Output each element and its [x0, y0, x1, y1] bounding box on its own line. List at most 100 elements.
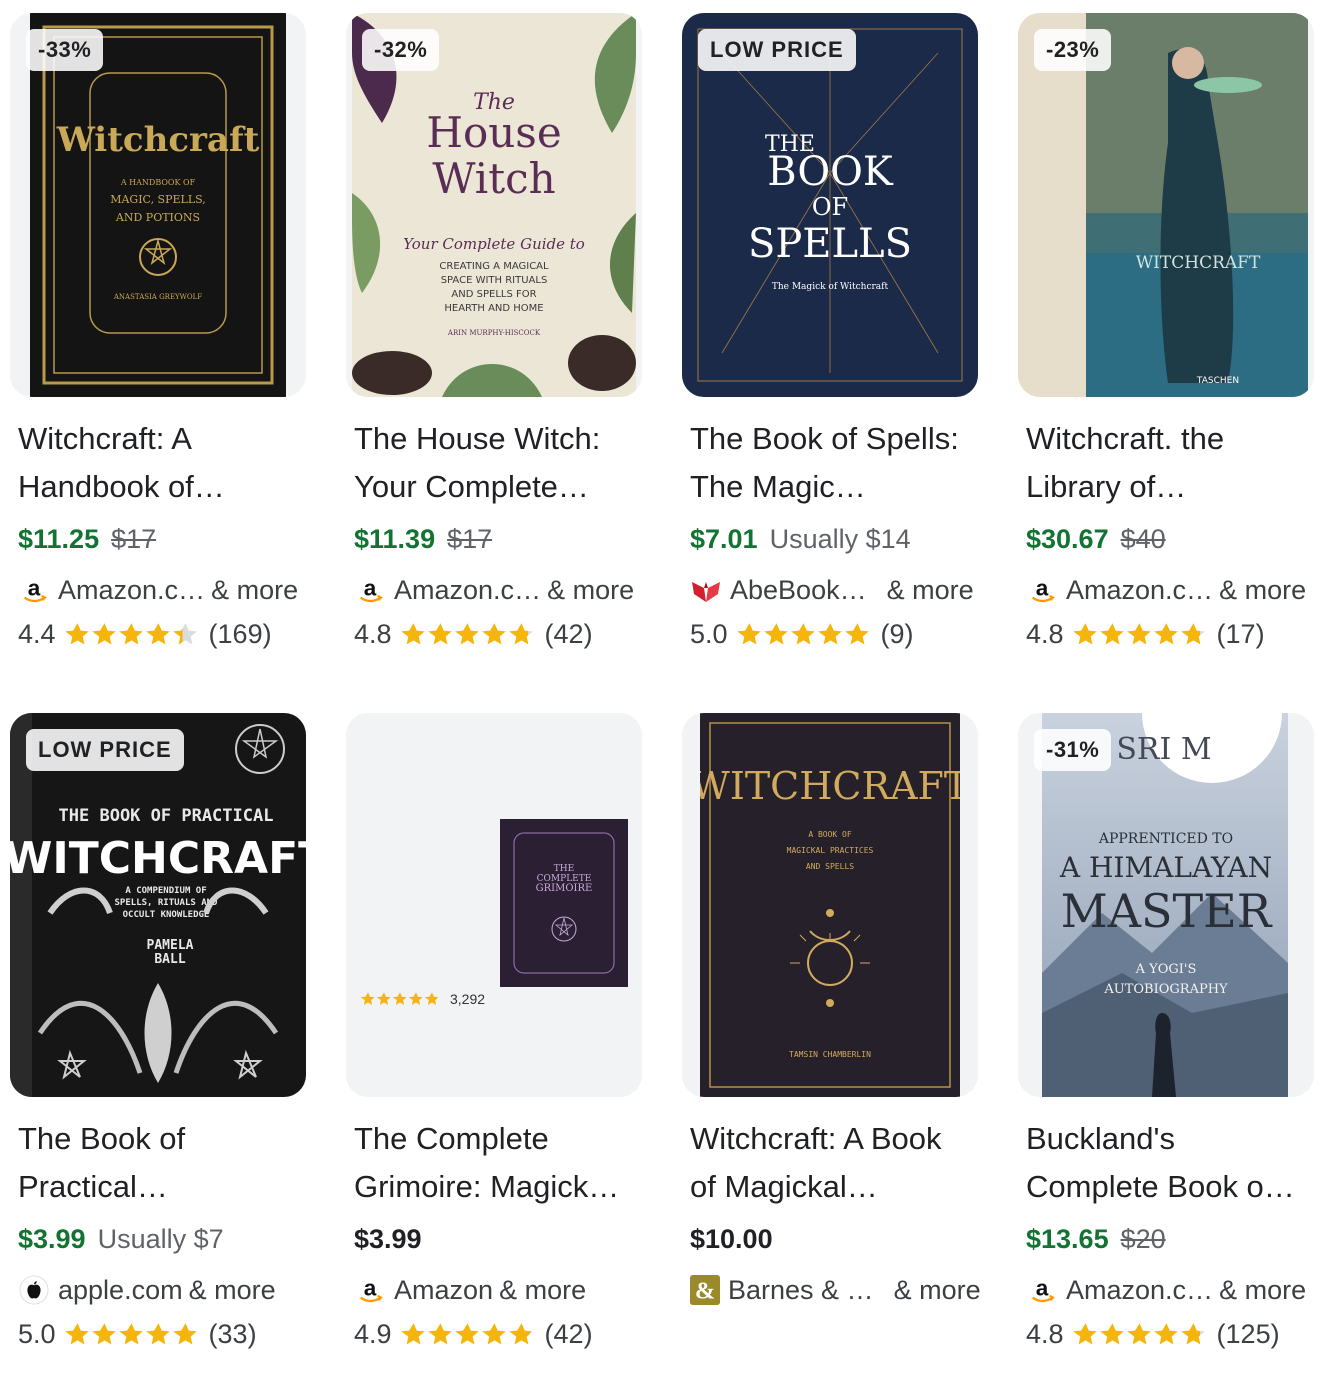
product-card[interactable]: THE COMPLETE GRIMOIRE 3,292 The Complete…: [346, 713, 642, 1374]
sale-price: $3.99: [18, 1223, 86, 1254]
seller-row[interactable]: apple.com & more: [10, 1270, 306, 1310]
more-sellers: & more: [1219, 1274, 1307, 1305]
review-count: (17): [1216, 618, 1265, 649]
svg-text:A COMPENDIUM OF: A COMPENDIUM OF: [125, 886, 206, 896]
barnes-icon: &: [690, 1274, 720, 1306]
sale-price: $11.39: [354, 523, 436, 554]
product-card[interactable]: Witchcraft A HANDBOOK OF MAGIC, SPELLS, …: [10, 13, 306, 693]
product-thumbnail[interactable]: THE BOOK OF SPELLS The Magick of Witchcr…: [682, 13, 978, 397]
product-thumbnail[interactable]: Witchcraft A HANDBOOK OF MAGIC, SPELLS, …: [10, 13, 306, 397]
svg-text:OCCULT KNOWLEDGE: OCCULT KNOWLEDGE: [123, 910, 210, 920]
price-row: $13.65 $20: [1018, 1218, 1314, 1260]
product-card[interactable]: THE BOOK OF PRACTICAL WITCHCRAFT A COMPE…: [10, 713, 306, 1374]
product-thumbnail[interactable]: SRI M APPRENTICED TO A HIMALAYAN MASTER …: [1018, 713, 1314, 1097]
rating-row: 4.9 (42): [346, 1314, 642, 1354]
low-price-badge: LOW PRICE: [698, 29, 856, 71]
sale-price: $13.65: [1026, 1223, 1109, 1254]
product-thumbnail[interactable]: WITCHCRAFT A BOOK OF MAGICKAL PRACTICES …: [682, 713, 978, 1097]
svg-text:MASTER: MASTER: [1061, 884, 1273, 938]
star-icon: [817, 622, 842, 645]
product-title[interactable]: Buckland's Complete Book o…: [1018, 1115, 1314, 1211]
seller-name: Amazon.c…: [1066, 574, 1214, 605]
star-icon: [360, 992, 375, 1005]
rating-value: 4.8: [354, 618, 392, 649]
star-icon: [376, 992, 391, 1005]
svg-text:AND POTIONS: AND POTIONS: [115, 211, 200, 224]
star-icon: [454, 1322, 479, 1345]
star-icon: [118, 622, 143, 645]
star-icon: [790, 622, 815, 645]
review-count: (9): [880, 618, 914, 649]
product-thumbnail[interactable]: WITCHCRAFT TASCHEN -23%: [1018, 13, 1314, 397]
svg-text:BOOK: BOOK: [767, 149, 894, 195]
product-title[interactable]: Witchcraft. the Library of…: [1018, 415, 1314, 511]
price-row: $30.67 $40: [1018, 518, 1314, 560]
book-cover-image: THE COMPLETE GRIMOIRE: [500, 819, 628, 987]
star-icon: [400, 622, 425, 645]
svg-text:ARIN MURPHY-HISCOCK: ARIN MURPHY-HISCOCK: [447, 329, 541, 337]
svg-text:AND SPELLS FOR: AND SPELLS FOR: [451, 289, 536, 300]
star-icon: [145, 622, 170, 645]
star-icon: [91, 622, 116, 645]
product-thumbnail[interactable]: THE BOOK OF PRACTICAL WITCHCRAFT A COMPE…: [10, 713, 306, 1097]
star-icon: [118, 1322, 143, 1345]
star-icon: [481, 1322, 506, 1345]
star-icon: [1072, 622, 1097, 645]
product-thumbnail[interactable]: THE COMPLETE GRIMOIRE 3,292: [346, 713, 642, 1097]
svg-text:A HANDBOOK OF: A HANDBOOK OF: [120, 178, 196, 187]
svg-text:HEARTH AND HOME: HEARTH AND HOME: [444, 303, 543, 314]
product-card[interactable]: WITCHCRAFT TASCHEN -23% Witchcraft. the …: [1018, 13, 1314, 693]
seller-row[interactable]: & Barnes & … & more: [682, 1270, 981, 1310]
product-card[interactable]: THE BOOK OF SPELLS The Magick of Witchcr…: [682, 13, 978, 693]
cover-star-rating: [360, 991, 440, 1007]
amazon-icon: a: [354, 1274, 386, 1306]
star-icon: [408, 992, 423, 1005]
price-row: $3.99 Usually $7: [10, 1218, 306, 1260]
star-icon: [145, 1322, 170, 1345]
seller-row[interactable]: a Amazon.c… & more: [1018, 1270, 1314, 1310]
seller-row[interactable]: AbeBook… & more: [682, 570, 978, 610]
discount-badge: -33%: [26, 29, 104, 71]
svg-text:TAMSIN CHAMBERLIN: TAMSIN CHAMBERLIN: [789, 1050, 871, 1059]
usual-price: Usually $7: [97, 1223, 224, 1254]
star-icon: [64, 1322, 89, 1345]
product-title[interactable]: Witchcraft: A Handbook of…: [10, 415, 306, 511]
product-title[interactable]: The Book of Spells: The Magic…: [682, 415, 978, 511]
rating-value: 4.8: [1026, 1318, 1064, 1349]
shopping-results-grid: Witchcraft A HANDBOOK OF MAGIC, SPELLS, …: [0, 0, 1336, 1374]
product-card[interactable]: WITCHCRAFT A BOOK OF MAGICKAL PRACTICES …: [682, 713, 981, 1374]
svg-text:TASCHEN: TASCHEN: [1196, 376, 1239, 386]
svg-text:a: a: [1036, 1276, 1049, 1301]
star-icon: [763, 622, 788, 645]
seller-row[interactable]: a Amazon.c… & more: [346, 570, 642, 610]
star-rating: [64, 1321, 199, 1348]
product-card[interactable]: The House Witch Your Complete Guide to C…: [346, 13, 642, 693]
svg-text:a: a: [28, 576, 41, 601]
star-icon: [427, 622, 452, 645]
svg-text:SPACE WITH RITUALS: SPACE WITH RITUALS: [441, 275, 548, 286]
product-title[interactable]: The House Witch: Your Complete…: [346, 415, 642, 511]
discount-badge: -32%: [362, 29, 440, 71]
star-icon: [454, 622, 479, 645]
star-icon: [64, 622, 89, 645]
original-price: $17: [111, 523, 157, 554]
star-icon: [1153, 622, 1178, 645]
product-thumbnail[interactable]: The House Witch Your Complete Guide to C…: [346, 13, 642, 397]
price-row: $11.39 $17: [346, 518, 642, 560]
seller-row[interactable]: a Amazon & more: [346, 1270, 642, 1310]
star-icon: [1180, 622, 1205, 645]
svg-text:WITCHCRAFT: WITCHCRAFT: [700, 764, 960, 808]
rating-row: 4.8 (125): [1018, 1314, 1314, 1354]
product-title[interactable]: The Book of Practical…: [10, 1115, 306, 1211]
review-count: (42): [544, 618, 593, 649]
product-card[interactable]: SRI M APPRENTICED TO A HIMALAYAN MASTER …: [1018, 713, 1314, 1374]
amazon-icon: a: [18, 574, 50, 606]
seller-row[interactable]: a Amazon.c… & more: [1018, 570, 1314, 610]
svg-text:House: House: [426, 108, 561, 157]
book-cover-image: WITCHCRAFT A BOOK OF MAGICKAL PRACTICES …: [700, 713, 960, 1097]
product-title[interactable]: The Complete Grimoire: Magick…: [346, 1115, 642, 1211]
star-rating: [400, 621, 535, 648]
seller-row[interactable]: a Amazon.c… & more: [10, 570, 306, 610]
product-title[interactable]: Witchcraft: A Book of Magickal…: [682, 1115, 978, 1211]
price-row: $10.00: [682, 1218, 978, 1260]
